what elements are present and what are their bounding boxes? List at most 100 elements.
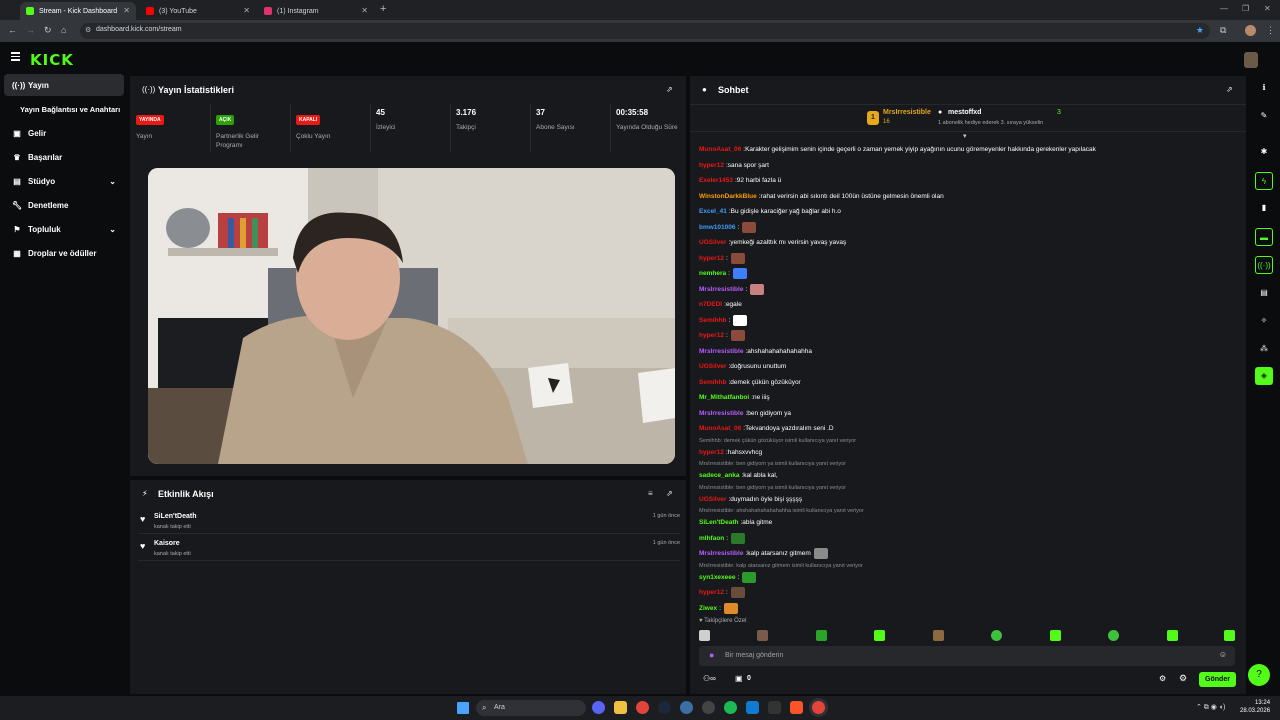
info-icon[interactable]: ℹ (1255, 79, 1273, 97)
sidebar-item-basarilar[interactable]: ♛ Başarılar (4, 146, 124, 168)
help-chat-button[interactable]: ? (1248, 664, 1270, 686)
system-tray-icons[interactable]: ⌃ ⧉ ◉ ◖) (1196, 703, 1225, 712)
sidebar-item-yayin[interactable]: ((·)) Yayın (4, 74, 124, 96)
app-icon[interactable] (702, 701, 715, 714)
broadcast-icon[interactable]: ((·)) (1255, 256, 1273, 274)
new-tab-button[interactable]: + (380, 3, 386, 15)
chat-emote-icon[interactable] (731, 532, 746, 544)
discord-icon[interactable] (592, 701, 605, 714)
emote-icon[interactable] (757, 630, 768, 641)
chat-username[interactable]: SiLen'tDeath (699, 519, 738, 526)
chat-emote-icon[interactable] (733, 314, 748, 326)
app-icon[interactable]: ◈ (1255, 367, 1273, 385)
sidebar-item-droplar[interactable]: ▦ Droplar ve ödüller (4, 242, 124, 264)
tab-kick-dashboard[interactable]: Stream - Kick Dashboard ✕ (20, 2, 136, 20)
address-bar[interactable]: ⚙ dashboard.kick.com/stream ★ (80, 23, 1210, 39)
chat-emote-icon[interactable] (750, 283, 765, 295)
sidebar-item-stream-key[interactable]: Yayın Bağlantısı ve Anahtarı (4, 98, 124, 120)
minimize-icon[interactable]: — (1220, 4, 1228, 13)
spotify-icon[interactable] (724, 701, 737, 714)
extensions-icon[interactable]: ⧉ (1220, 25, 1226, 36)
chat-username[interactable]: MunoAsat_06 (699, 425, 741, 432)
chat-username[interactable]: Exeler1453 (699, 177, 733, 184)
chat-username[interactable]: nemhera (699, 270, 726, 277)
emote-icon[interactable] (991, 630, 1002, 641)
microphone-icon[interactable]: ● (709, 650, 714, 660)
chat-emote-icon[interactable] (730, 330, 745, 342)
emote-icon[interactable] (1224, 630, 1235, 641)
chat-username[interactable]: MrsIrresistible (699, 550, 743, 557)
profile-avatar[interactable] (1245, 25, 1256, 36)
popout-icon[interactable]: ⇗ (666, 489, 673, 498)
menu-dots-icon[interactable]: ⋮ (1266, 25, 1275, 36)
close-tab-icon[interactable]: ✕ (123, 6, 130, 15)
back-icon[interactable]: ← (8, 25, 17, 35)
app-icon[interactable] (768, 701, 781, 714)
chat-username[interactable]: MrsIrresistible (699, 286, 743, 293)
close-window-icon[interactable]: ✕ (1264, 4, 1271, 13)
emote-icon[interactable] (1167, 630, 1178, 641)
sidebar-item-studyo[interactable]: ▤ Stüdyo ⌄ (4, 170, 124, 192)
brave-icon[interactable] (790, 701, 803, 714)
chat-emote-icon[interactable] (742, 571, 757, 583)
emote-icon[interactable] (1108, 630, 1119, 641)
tools-icon[interactable]: ⚙ (1179, 673, 1187, 684)
vscode-icon[interactable] (746, 701, 759, 714)
chrome-active-icon[interactable] (812, 701, 825, 714)
chat-username[interactable]: UGSilver (699, 496, 726, 503)
reload-icon[interactable]: ↻ (44, 25, 52, 36)
edit-icon[interactable]: ✎ (1255, 107, 1273, 125)
group-icon[interactable]: ⁂ (1255, 340, 1273, 358)
forward-icon[interactable]: → (26, 25, 35, 35)
kick-logo[interactable]: KICK (30, 51, 74, 69)
taskbar-clock[interactable]: 13:24 28.03.2026 (1240, 699, 1270, 715)
emote-icon[interactable] (699, 630, 710, 641)
chat-username[interactable]: hyper12 (699, 162, 724, 169)
home-icon[interactable]: ⌂ (61, 25, 66, 35)
settings-gear-icon[interactable]: ⚙ (1159, 674, 1166, 683)
chat-username[interactable]: MunoAsat_06 (699, 146, 741, 153)
file-explorer-icon[interactable] (614, 701, 627, 714)
chat-message-input[interactable]: ● Bir mesaj gönderin ☺ (699, 646, 1235, 666)
close-tab-icon[interactable]: ✕ (361, 6, 368, 15)
steam-icon[interactable] (658, 701, 671, 714)
lightning-icon[interactable]: ϟ (1255, 172, 1273, 190)
chrome-icon[interactable] (636, 701, 649, 714)
site-info-icon[interactable]: ⚙ (85, 26, 91, 34)
tab-youtube[interactable]: (3) YouTube ✕ (140, 2, 256, 20)
chat-username[interactable]: Semihhb (699, 317, 726, 324)
close-tab-icon[interactable]: ✕ (243, 6, 250, 15)
document-icon[interactable]: ▮ (1255, 199, 1273, 217)
activity-user[interactable]: Kaisore (154, 540, 180, 547)
send-button[interactable]: Gönder (1199, 672, 1236, 687)
app-icon[interactable] (680, 701, 693, 714)
second-user[interactable]: mestoffxd (948, 109, 981, 116)
sidebar-item-gelir[interactable]: ▣ Gelir (4, 122, 124, 144)
chat-username[interactable]: MrsIrresistible (699, 348, 743, 355)
layers-icon[interactable]: ▤ (1255, 284, 1273, 302)
leader-user[interactable]: MrsIrresistible (883, 109, 931, 116)
taskbar-search[interactable]: ⌕ Ara (476, 700, 586, 716)
popout-icon[interactable]: ⇗ (666, 85, 673, 94)
emote-icon[interactable] (1050, 630, 1061, 641)
emote-icon[interactable] (874, 630, 885, 641)
filter-icon[interactable]: ≡ (648, 489, 653, 498)
chat-username[interactable]: UGSilver (699, 239, 726, 246)
maximize-icon[interactable]: ❐ (1242, 4, 1249, 13)
chat-username[interactable]: WinstonDarkkBlue (699, 193, 757, 200)
wrench-icon[interactable]: ✧ (1255, 312, 1273, 330)
hamburger-menu-icon[interactable] (11, 52, 20, 61)
emote-icon[interactable] (816, 630, 827, 641)
chat-emote-icon[interactable] (742, 221, 757, 233)
chat-emote-icon[interactable] (732, 268, 747, 280)
user-avatar[interactable] (1244, 52, 1258, 68)
chat-emote-icon[interactable] (723, 602, 738, 614)
chat-username[interactable]: syn1xexeee (699, 574, 736, 581)
chat-emote-icon[interactable] (813, 548, 828, 560)
emote-icon[interactable] (933, 630, 944, 641)
windows-start-icon[interactable] (457, 702, 469, 714)
chat-username[interactable]: n7DEDI (699, 301, 722, 308)
chat-username[interactable]: mlhfaon (699, 535, 724, 542)
stream-video-preview[interactable] (148, 168, 675, 464)
chat-username[interactable]: hyper12 (699, 589, 724, 596)
